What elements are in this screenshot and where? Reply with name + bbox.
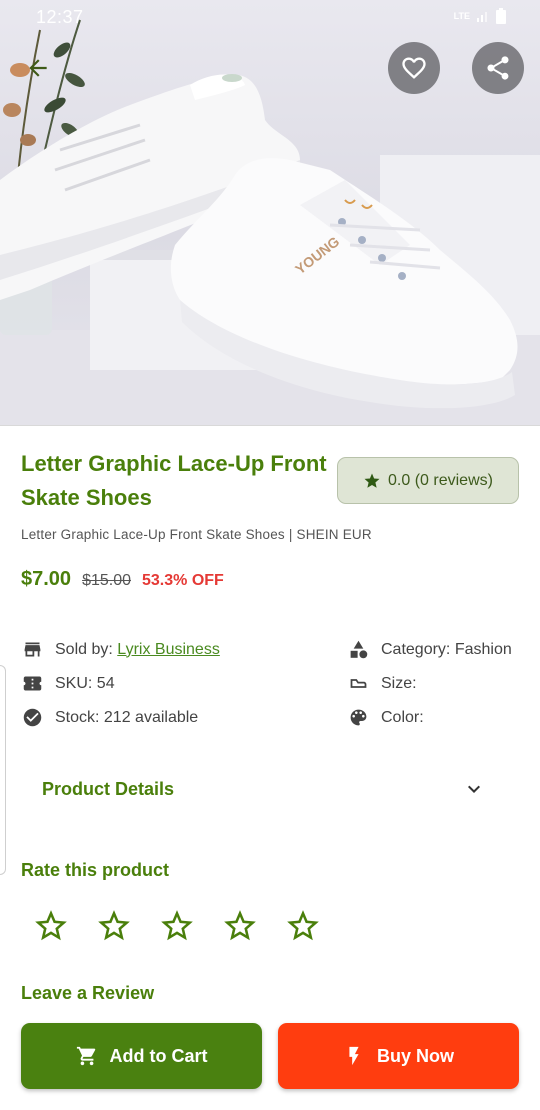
share-button[interactable] [472,42,524,94]
status-icons: LTE [454,8,506,24]
network-label: LTE [453,10,470,21]
star-3-button[interactable] [158,906,196,946]
discount-label: 53.3% OFF [142,572,224,589]
chevron-down-icon [468,785,480,793]
add-to-cart-label: Add to Cart [109,1045,208,1066]
add-to-cart-button[interactable]: Add to Cart [21,1023,262,1089]
ticket-icon [23,676,42,691]
seller-link[interactable]: Lyrix Business [117,641,220,658]
stock-text: Stock: 212 available [55,708,199,726]
rating-text: 0.0 (0 reviews) [388,471,493,489]
palette-icon [350,709,367,726]
favorite-button[interactable] [388,42,440,94]
star-outline-icon [35,910,67,941]
current-price: $7.00 [21,568,72,590]
star-outline-icon [224,910,256,941]
buy-now-button[interactable]: Buy Now [278,1023,519,1089]
product-image: YOUNG 12:37 LTE [0,0,540,426]
category-icon [350,640,368,659]
star-1-button[interactable] [32,906,70,946]
flash-icon [349,1046,359,1066]
sku-text: SKU: 54 [55,674,115,692]
price-row: $7.00 $15.00 53.3% OFF [21,568,224,591]
cart-icon [76,1046,95,1066]
side-drawer-handle[interactable] [0,665,6,875]
status-time: 12:37 [36,7,84,27]
stock-row: Stock: 212 available [22,707,198,728]
share-icon [487,56,509,80]
size-row: Size: [348,673,417,694]
star-outline-icon [161,910,193,941]
product-title: Letter Graphic Lace-Up Front Skate Shoes [21,451,327,510]
shoe-size-icon [350,679,367,688]
back-button[interactable] [18,48,58,88]
category-text: Category: Fashion [381,640,512,658]
review-heading: Leave a Review [21,983,155,1003]
star-5-button[interactable] [284,906,322,946]
heart-outline-icon [402,57,426,79]
rate-heading: Rate this product [21,860,170,880]
star-rating [32,906,322,946]
store-icon [24,642,41,657]
arrow-left-icon [29,59,47,77]
star-outline-icon [287,910,319,941]
sold-by-label: Sold by: [55,640,113,658]
color-row: Color: [348,707,424,728]
star-4-button[interactable] [221,906,259,946]
hero-divider [0,425,540,426]
signal-icon [477,12,487,22]
sold-by-row: Sold by: Lyrix Business [22,639,220,660]
rating-chip[interactable]: 0.0 (0 reviews) [337,457,519,504]
battery-icon [496,8,506,24]
original-price: $15.00 [82,572,131,589]
color-text: Color: [381,708,424,726]
star-filled-icon [364,473,380,488]
product-details-toggle[interactable]: Product Details [42,772,486,806]
star-outline-icon [98,910,130,941]
product-subtitle: Letter Graphic Lace-Up Front Skate Shoes… [21,527,372,542]
sku-row: SKU: 54 [22,673,115,694]
product-photo: YOUNG [0,19,540,426]
category-row: Category: Fashion [348,639,512,660]
check-circle-icon [23,708,42,727]
size-text: Size: [381,674,417,692]
buy-now-label: Buy Now [376,1045,454,1066]
product-details-label: Product Details [42,778,175,799]
star-2-button[interactable] [95,906,133,946]
